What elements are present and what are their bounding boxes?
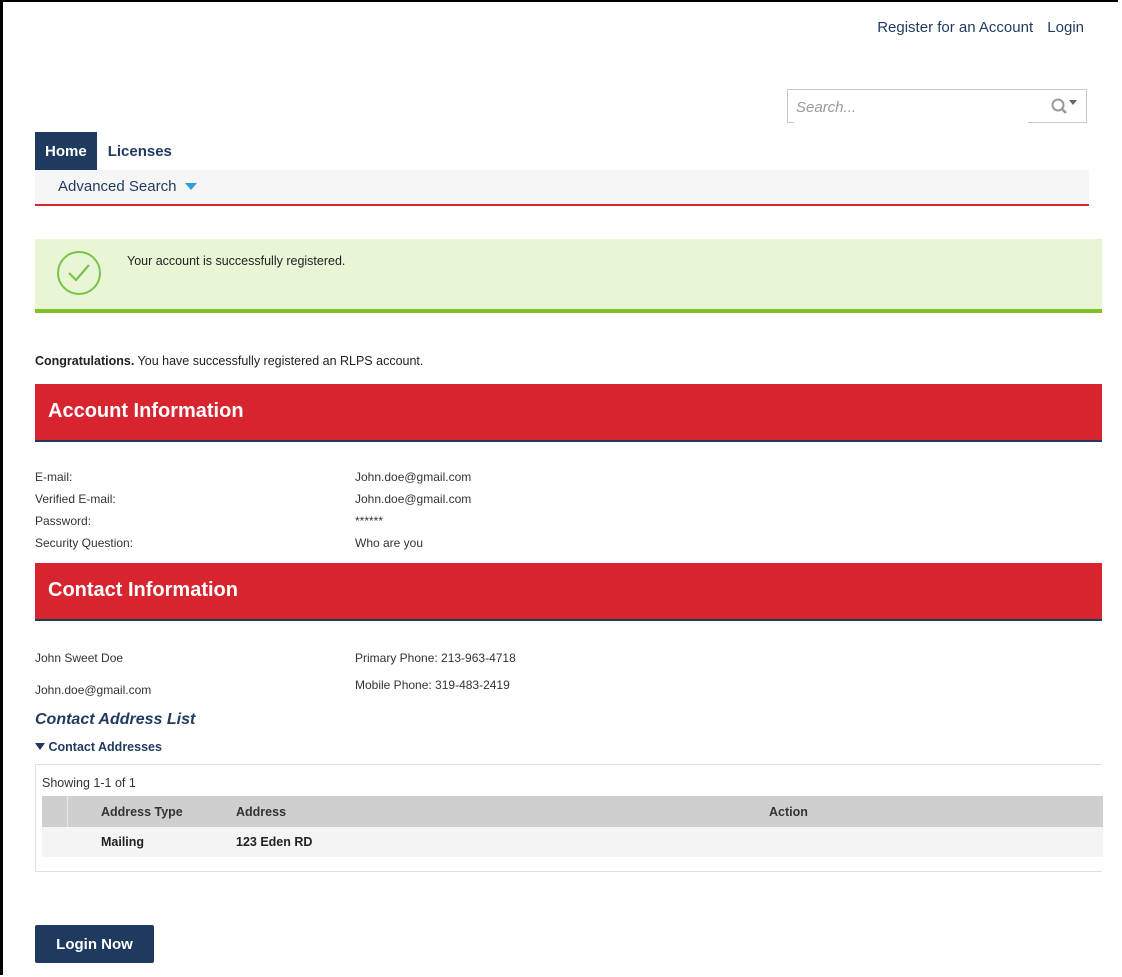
header-address[interactable]: Address: [228, 796, 761, 827]
cell-action: [761, 827, 1103, 857]
congratulations-bold: Congratulations.: [35, 354, 135, 368]
contact-email: John.doe@gmail.com: [35, 683, 152, 697]
register-link[interactable]: Register for an Account: [877, 19, 1033, 36]
row-select: [67, 827, 93, 857]
header-select: [67, 796, 93, 827]
contact-information-header: Contact Information: [35, 563, 1102, 621]
header-action: Action: [761, 796, 1103, 827]
mobile-phone: Mobile Phone: 319-483-2419: [355, 678, 510, 692]
cell-address: 123 Eden RD: [228, 827, 761, 857]
password-label: Password:: [35, 514, 92, 528]
contact-addresses-toggle[interactable]: Contact Addresses: [35, 740, 162, 754]
password-value: ******: [355, 514, 384, 528]
contact-addresses-label: Contact Addresses: [48, 740, 162, 754]
header-spacer: [42, 796, 68, 827]
search-input[interactable]: [794, 91, 1028, 123]
verified-email-label: Verified E-mail:: [35, 492, 116, 506]
email-label: E-mail:: [35, 470, 73, 484]
contact-name: John Sweet Doe: [35, 651, 124, 665]
cell-address-type: Mailing: [93, 827, 228, 857]
advanced-search-menu[interactable]: Advanced Search: [58, 178, 197, 195]
address-table: Address Type Address Action Mailing 123 …: [42, 796, 1103, 857]
header-address-type[interactable]: Address Type: [93, 796, 228, 827]
search-icon: [1051, 98, 1077, 114]
login-link[interactable]: Login: [1047, 19, 1084, 36]
chevron-down-icon: [184, 183, 197, 191]
congratulations-text: Congratulations. You have successfully r…: [35, 354, 423, 368]
advanced-search-label: Advanced Search: [58, 178, 177, 195]
security-question-value: Who are you: [355, 536, 424, 550]
table-row: Mailing 123 Eden RD: [42, 827, 1103, 857]
success-message: Your account is successfully registered.: [127, 254, 346, 268]
security-question-label: Security Question:: [35, 536, 134, 550]
tab-licenses[interactable]: Licenses: [97, 132, 183, 170]
search-button[interactable]: [1048, 96, 1080, 116]
tab-home[interactable]: Home: [35, 132, 97, 176]
success-banner: Your account is successfully registered.: [35, 239, 1102, 313]
dropdown-caret-icon: [1069, 100, 1077, 105]
email-value: John.doe@gmail.com: [355, 470, 472, 484]
checkmark-circle-icon: [57, 251, 101, 295]
address-table-container: Showing 1-1 of 1 Address Type Address Ac…: [35, 764, 1103, 872]
table-header-row: Address Type Address Action: [42, 796, 1103, 827]
contact-information-title: Contact Information: [48, 579, 238, 601]
top-links: Register for an Account Login: [867, 19, 1084, 36]
account-information-title: Account Information: [48, 400, 244, 422]
congratulations-message: You have successfully registered an RLPS…: [134, 354, 424, 368]
verified-email-value: John.doe@gmail.com: [355, 492, 472, 506]
triangle-down-icon: [35, 743, 45, 750]
login-now-button[interactable]: Login Now: [35, 925, 154, 963]
main-tabs: Home Licenses: [35, 132, 183, 176]
search-box: [787, 89, 1087, 123]
subnav-bar: Advanced Search: [35, 170, 1089, 206]
pagination-summary: Showing 1-1 of 1: [42, 776, 136, 790]
row-spacer: [42, 827, 68, 857]
primary-phone: Primary Phone: 213-963-4718: [355, 651, 516, 665]
contact-address-list-title: Contact Address List: [35, 711, 196, 728]
account-information-header: Account Information: [35, 384, 1102, 442]
